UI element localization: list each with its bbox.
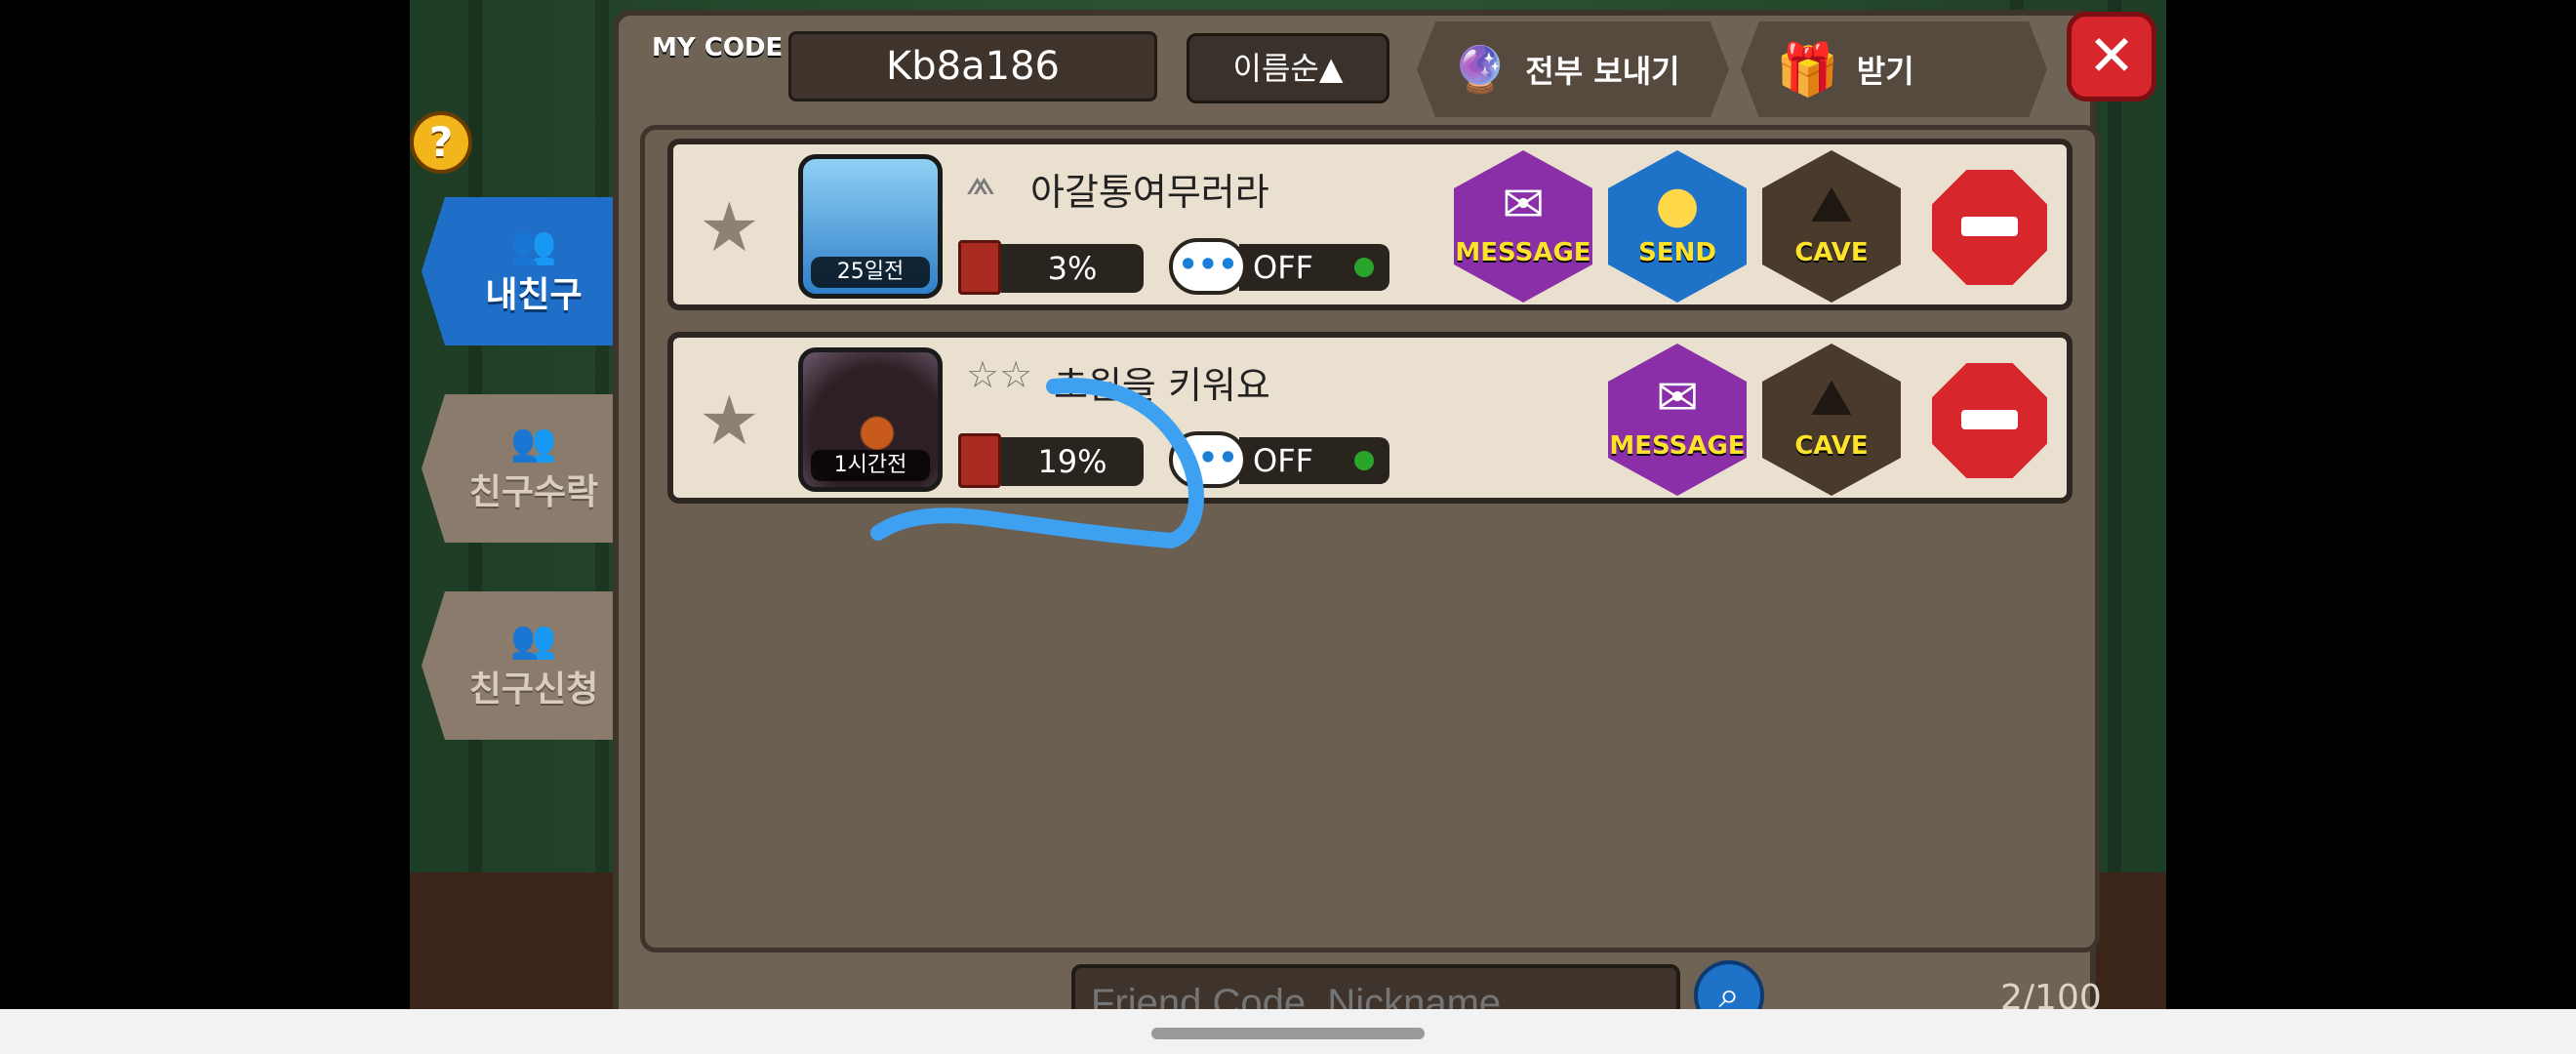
friend-nickname: 아갈통여무러라 (1030, 171, 1269, 214)
chat-status: OFF ••• (1169, 238, 1389, 297)
tab-friend-accept[interactable]: 👥 친구수락 (422, 394, 617, 543)
favorite-star-icon[interactable]: ★ (699, 193, 760, 262)
chat-status-box: OFF (1239, 244, 1389, 291)
receive-label: 받기 (1856, 53, 1914, 90)
message-button[interactable]: ✉ MESSAGE (1608, 344, 1747, 496)
tab-friend-request[interactable]: 👥 친구신청 (422, 591, 617, 740)
gems-icon: ● (1655, 176, 1700, 234)
cave-button[interactable]: ⛰ CAVE (1762, 344, 1901, 496)
cave-button[interactable]: ⛰ CAVE (1762, 150, 1901, 303)
friends-icon: 👥 (510, 618, 557, 661)
tab-label: 친구수락 (468, 472, 599, 512)
wall-stripe (2108, 0, 2121, 1009)
message-button[interactable]: ✉ MESSAGE (1454, 150, 1592, 303)
my-code-value: Kb8a186 (788, 31, 1157, 101)
friends-icon: 👥 (510, 421, 557, 464)
minus-icon (1961, 410, 2018, 429)
envelope-icon: ✉ (1502, 176, 1545, 234)
book-icon (958, 240, 1001, 295)
avatar: 25일전 (798, 154, 943, 299)
status-dot-icon (1354, 258, 1374, 277)
sort-button[interactable]: 이름순▲ (1187, 33, 1389, 103)
status-dot-icon (1354, 451, 1374, 470)
help-icon: ? (428, 118, 454, 166)
send-all-label: 전부 보내기 (1525, 53, 1680, 90)
gift-icon: 🎁 (1776, 40, 1839, 100)
help-button[interactable]: ? (410, 111, 472, 174)
tab-my-friends[interactable]: 👥 내친구 (422, 197, 617, 345)
action-label: MESSAGE (1455, 238, 1591, 267)
close-icon: ✕ (2087, 22, 2136, 89)
chat-status-text: OFF (1253, 442, 1313, 479)
cave-progress: 3% (958, 238, 1144, 297)
cave-icon: ⛰ (1810, 369, 1853, 427)
annotation-circle (870, 378, 1204, 549)
action-label: CAVE (1794, 238, 1869, 267)
rank-icon: ⩕ (966, 160, 995, 203)
friend-row: ★ 25일전 ⩕ 아갈통여무러라 3% OFF ••• ✉ MESSAGE ● … (667, 139, 2073, 310)
favorite-star-icon[interactable]: ★ (699, 386, 760, 455)
send-all-button[interactable]: 🔮 전부 보내기 (1417, 21, 1729, 117)
progress-text: 3% (1047, 250, 1098, 287)
home-handle[interactable] (1151, 1028, 1425, 1039)
tab-label: 내친구 (485, 275, 583, 315)
remove-friend-button[interactable] (1932, 170, 2047, 285)
last-login-badge: 25일전 (811, 257, 930, 288)
close-button[interactable]: ✕ (2067, 12, 2156, 101)
my-code-label: MY CODE (652, 33, 784, 62)
friends-icon: 👥 (510, 223, 557, 266)
minus-icon (1961, 217, 2018, 236)
remove-friend-button[interactable] (1932, 363, 2047, 478)
tab-label: 친구신청 (468, 669, 599, 709)
action-label: SEND (1638, 238, 1716, 267)
action-label: MESSAGE (1609, 431, 1746, 461)
cave-icon: ⛰ (1810, 176, 1853, 234)
chat-status-box: OFF (1239, 437, 1389, 484)
receive-button[interactable]: 🎁 받기 (1741, 21, 2047, 117)
chat-status-text: OFF (1253, 249, 1313, 286)
chat-bubble-icon: ••• (1169, 238, 1247, 295)
action-label: CAVE (1794, 431, 1869, 461)
envelope-icon: ✉ (1656, 369, 1699, 427)
gems-icon: 🔮 (1452, 42, 1509, 96)
send-button[interactable]: ● SEND (1608, 150, 1747, 303)
